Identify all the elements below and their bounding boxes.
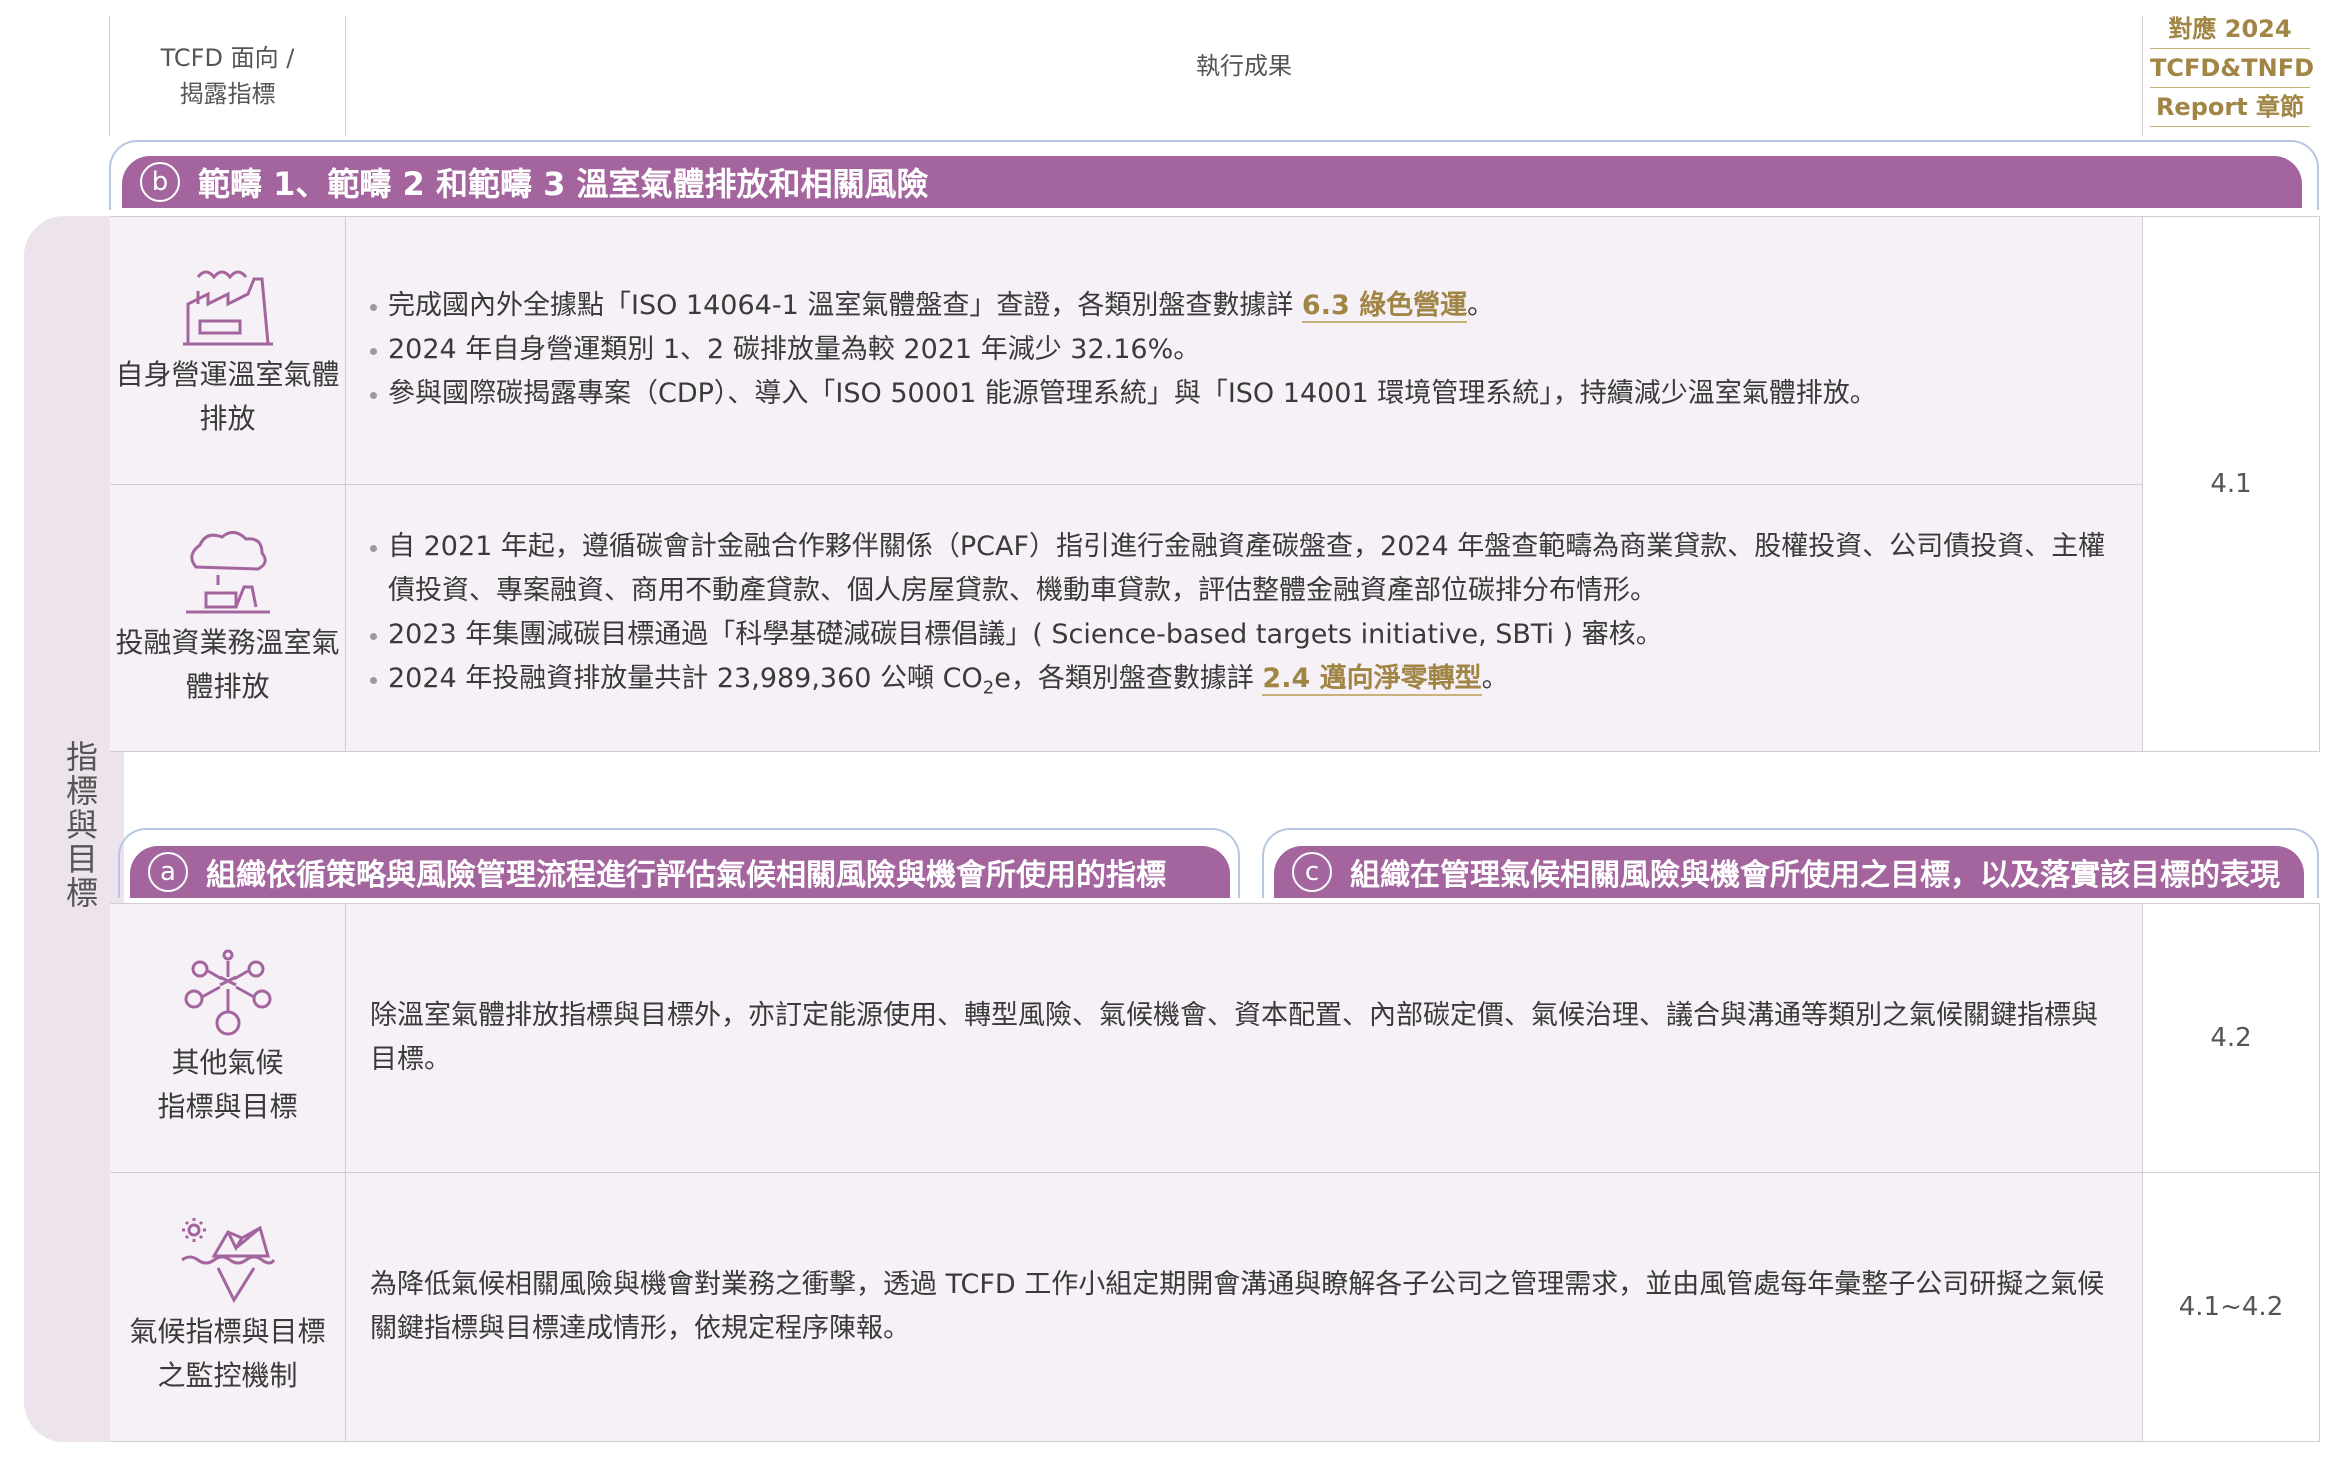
- section-c-title: 組織在管理氣候相關風險與機會所使用之目標，以及落實該目標的表現: [1350, 858, 2280, 893]
- row-3-content: 除溫室氣體排放指標與目標外，亦訂定能源使用、轉型風險、氣候機會、資本配置、內部碳…: [346, 904, 2142, 1172]
- row-3-label: 其他氣候 指標與目標: [157, 1046, 298, 1123]
- section-b-title: 範疇 1、範疇 2 和範疇 3 溫室氣體排放和相關風險: [198, 165, 929, 203]
- row-4-label: 氣候指標與目標 之監控機制: [129, 1315, 326, 1392]
- section-c-bar: c 組織在管理氣候相關風險與機會所使用之目標，以及落實該目標的表現: [1274, 846, 2304, 898]
- section-b-badge: b: [140, 162, 180, 202]
- iceberg-icon: [180, 1218, 275, 1304]
- category-label: 指標與目標: [61, 740, 99, 910]
- header-col-report-chapter: 對應 2024 TCFD&TNFD Report 章節: [2150, 10, 2314, 127]
- section-b-bar: b 範疇 1、範疇 2 和範疇 3 溫室氣體排放和相關風險: [122, 156, 2302, 208]
- row-1-label-cell: 自身營運溫室氣體排放: [110, 216, 345, 484]
- row-4-label-cell: 氣候指標與目標 之監控機制: [110, 1173, 345, 1441]
- row-2-bullet-1: 自 2021 年起，遵循碳會計金融合作夥伴關係（PCAF）指引進行金融資產碳盤查…: [370, 525, 2114, 613]
- row-2-content: 自 2021 年起，遵循碳會計金融合作夥伴關係（PCAF）指引進行金融資產碳盤查…: [346, 485, 2142, 751]
- row-1-bullet-3: 參與國際碳揭露專案（CDP）、導入「ISO 50001 能源管理系統」與「ISO…: [370, 372, 2114, 416]
- ref-chapter-4-1: 4.1: [2143, 216, 2319, 751]
- row-2-label: 投融資業務溫室氣體排放: [115, 626, 340, 703]
- ref-chapter-4-2: 4.2: [2143, 904, 2319, 1172]
- row-2-bullet-3: 2024 年投融資排放量共計 23,989,360 公噸 CO2e，各類別盤查數…: [370, 657, 2114, 710]
- section-a-bar: a 組織依循策略與風險管理流程進行評估氣候相關風險與機會所使用的指標: [130, 846, 1230, 898]
- link-green-operations[interactable]: 6.3 綠色營運: [1301, 290, 1468, 323]
- header-col-aspect: TCFD 面向 / 揭露指標: [160, 44, 295, 108]
- header-col-results: 執行成果: [1196, 52, 1292, 80]
- section-a-badge: a: [148, 852, 188, 892]
- row-1-bullet-1: 完成國內外全據點「ISO 14064-1 溫室氣體盤查」查證，各類別盤查數據詳 …: [370, 284, 2114, 328]
- row-3-label-cell: 其他氣候 指標與目標: [110, 904, 345, 1172]
- factory-icon: [182, 270, 273, 346]
- network-nodes-icon: [184, 949, 271, 1036]
- section-a-title: 組織依循策略與風險管理流程進行評估氣候相關風險與機會所使用的指標: [206, 858, 1166, 893]
- row-1-bullet-2: 2024 年自身營運類別 1、2 碳排放量為較 2021 年減少 32.16%。: [370, 328, 2114, 372]
- cloud-factory-icon: [185, 531, 270, 614]
- link-net-zero-transition[interactable]: 2.4 邁向淨零轉型: [1262, 663, 1482, 697]
- row-1-label: 自身營運溫室氣體排放: [115, 358, 340, 435]
- section-c-badge: c: [1292, 852, 1332, 892]
- row-4-content: 為降低氣候相關風險與機會對業務之衝擊，透過 TCFD 工作小組定期開會溝通與瞭解…: [346, 1173, 2142, 1441]
- ref-chapter-4-1-4-2: 4.1~4.2: [2143, 1173, 2319, 1441]
- row-2-bullet-2: 2023 年集團減碳目標通過「科學基礎減碳目標倡議」( Science-base…: [370, 613, 2114, 657]
- row-1-content: 完成國內外全據點「ISO 14064-1 溫室氣體盤查」查證，各類別盤查數據詳 …: [346, 216, 2142, 484]
- row-2-label-cell: 投融資業務溫室氣體排放: [110, 485, 345, 751]
